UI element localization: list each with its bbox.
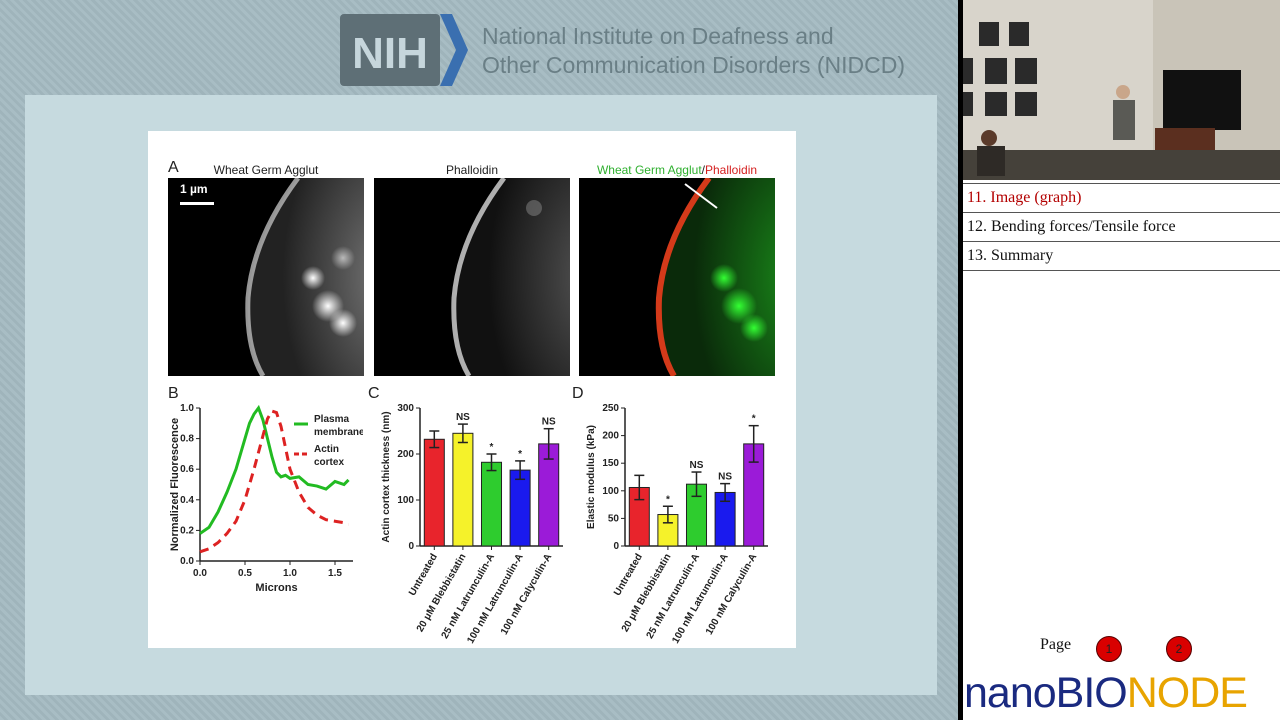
chart-b-ytick-label: 0.4 [180, 495, 194, 506]
brand-nano: nano [964, 669, 1057, 717]
chart-b-xtick-label: 0.0 [193, 568, 207, 579]
panel-a-title-phalloidin: Phalloidin [445, 163, 499, 177]
chart-d-significance: * [666, 494, 670, 505]
chart-b-ytick-label: 0.8 [180, 434, 194, 445]
chart-b-legend-label: Actin [314, 444, 339, 455]
chart-d-ytick-label: 100 [602, 486, 619, 497]
chart-d-ytick-label: 50 [608, 513, 620, 524]
chart-d-significance: NS [718, 472, 732, 483]
chapter-item-12[interactable]: 12. Bending forces/Tensile force [963, 213, 1280, 242]
chart-b-xtick-label: 1.5 [328, 568, 342, 579]
panel-a-title-wga: Wheat Germ Agglut [213, 163, 319, 177]
chart-b-legend-label: cortex [314, 457, 344, 468]
chapter-item-11[interactable]: 11. Image (graph) [963, 183, 1280, 213]
nih-org-line-1: National Institute on Deafness and [482, 23, 834, 49]
chart-c-significance: NS [456, 412, 470, 423]
chart-c-bar [452, 432, 474, 547]
chart-c-significance: NS [542, 417, 556, 428]
chart-d-significance: NS [690, 460, 704, 471]
chart-c-significance: * [518, 449, 522, 460]
chart-c-ytick-label: 100 [397, 495, 414, 506]
chart-b-ytick-label: 0.0 [180, 556, 194, 567]
chart-d-ytick-label: 150 [602, 458, 619, 469]
chart-d-category-label: 100 nM Calyculin-A [704, 552, 759, 637]
chart-c-category-label: Untreated [407, 552, 440, 598]
chart-b-legend-label: Plasma [314, 414, 349, 425]
nih-header: NIH National Institute on Deafness and O… [340, 8, 950, 92]
chart-c-category-label: 25 nM Latrunculin-A [440, 552, 498, 641]
chart-d-category-label: 25 nM Latrunculin-A [645, 552, 703, 641]
chart-b-ytick-label: 0.6 [180, 464, 194, 475]
chart-d-ytick-label: 200 [602, 431, 619, 442]
chart-c-category-label: 100 nM Calyculin-A [499, 552, 554, 637]
pager-label: Page [1040, 636, 1072, 653]
chart-b-xtick-label: 1.0 [283, 568, 297, 579]
nih-org-name: National Institute on Deafness and Other… [482, 22, 905, 80]
page-button-1[interactable]: 1 [1096, 636, 1122, 662]
panel-a-title-merged: Wheat Germ Agglut/Phalloidin [579, 163, 775, 177]
chart-b-xlabel: Microns [255, 582, 297, 594]
slide-area: NIH National Institute on Deafness and O… [0, 0, 958, 720]
chart-c-bar [423, 438, 445, 547]
chart-c-significance: * [490, 442, 494, 453]
nih-logo-text: NIH [352, 29, 428, 78]
brand-node: NODE [1126, 669, 1248, 717]
merged-title-red: Phalloidin [705, 163, 758, 177]
chart-c-ytick-label: 300 [397, 403, 414, 414]
chart-b-xtick-label: 0.5 [238, 568, 252, 579]
chart-c-bar: 0 100 200 300 Actin cortex thickness (nm) Unt… [381, 403, 563, 646]
page-button-2[interactable]: 2 [1166, 636, 1192, 662]
brand-bio: BIO [1055, 669, 1128, 717]
chart-d-significance: * [752, 414, 756, 425]
chart-b-legend-label: membrane [314, 427, 363, 438]
nih-org-line-2: Other Communication Disorders (NIDCD) [482, 52, 906, 78]
chart-c-ytick-label: 200 [397, 449, 414, 460]
micrograph-phalloidin [374, 178, 570, 376]
chart-c-bar [480, 461, 503, 547]
chart-b-ylabel: Normalized Fluorescence [169, 418, 181, 551]
speaker-video[interactable] [963, 0, 1280, 180]
chart-d-ylabel: Elastic modulus (kPa) [586, 425, 597, 529]
scale-bar-label: 1 µm [180, 182, 208, 196]
chapter-item-13[interactable]: 13. Summary [963, 242, 1280, 271]
chart-d-bar: 0 50 100 150 200 250 Elastic modulus (kPa) Untr… [586, 403, 768, 646]
micrograph-wga: 1 µm [168, 178, 364, 376]
chart-b-line: 0.0 0.2 0.4 0.6 0.8 1.0 0.0 0.5 1.0 1.5 Microns Nor… [169, 403, 363, 594]
chart-b-ytick-label: 0.2 [180, 525, 194, 536]
nih-logo: NIH [340, 14, 468, 86]
chart-b-ytick-label: 1.0 [180, 403, 194, 414]
chart-c-ytick-label: 0 [408, 541, 414, 552]
figure-panel: A Wheat Germ Agglut Phalloidin Wheat Ger… [148, 131, 796, 648]
micrograph-merged [579, 178, 775, 376]
brand-logo: nanoBIONODE [964, 668, 1248, 718]
merged-title-green: Wheat Germ Agglut [596, 163, 702, 177]
chart-d-ytick-label: 250 [602, 403, 619, 414]
chart-c-bar [509, 469, 531, 547]
chapter-list: 11. Image (graph) 12. Bending forces/Ten… [963, 183, 1280, 271]
chart-c-ylabel: Actin cortex thickness (nm) [381, 411, 392, 542]
chart-d-category-label: Untreated [612, 552, 645, 598]
chart-d-ytick-label: 0 [613, 541, 619, 552]
